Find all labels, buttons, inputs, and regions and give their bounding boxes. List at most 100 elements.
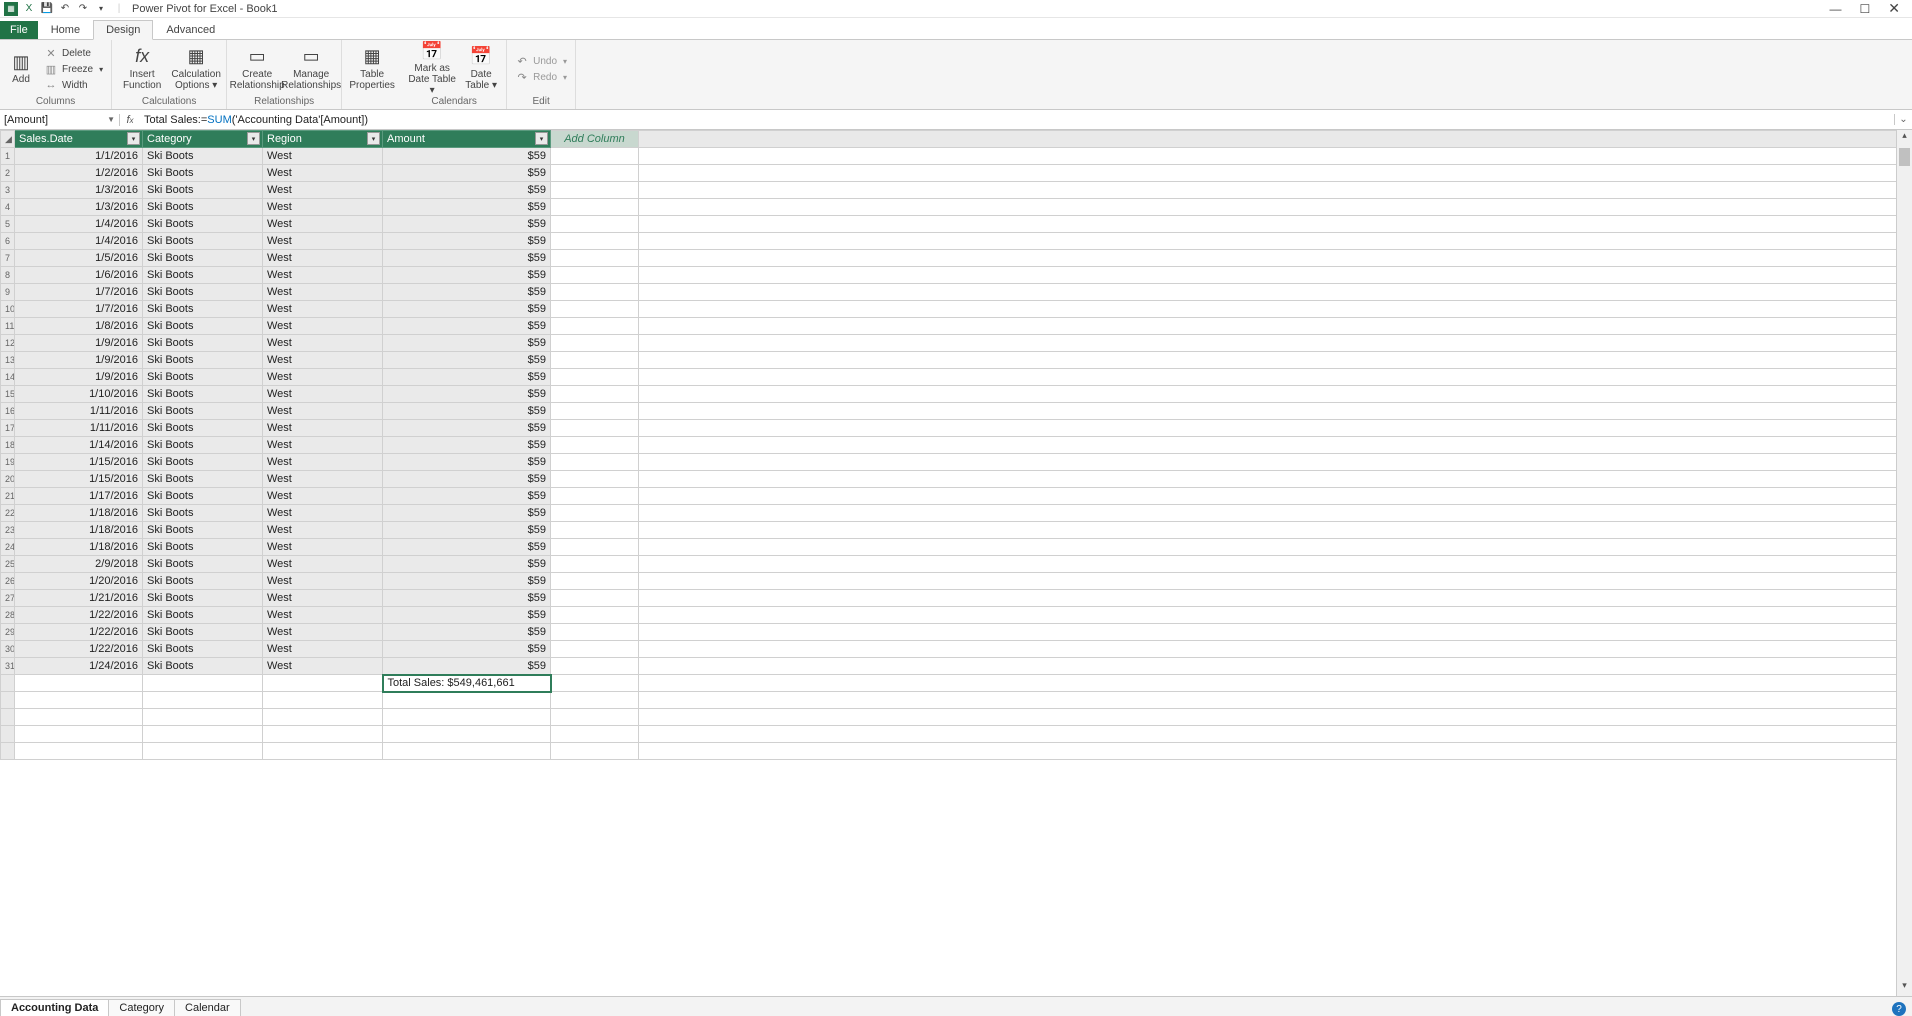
cell-empty[interactable]	[551, 488, 639, 505]
table-row[interactable]: 231/18/2016Ski BootsWest$59	[1, 522, 1912, 539]
row-header[interactable]: 13	[1, 352, 15, 369]
cell-amount[interactable]: $59	[383, 148, 551, 165]
date-table-button[interactable]: 📅 DateTable ▾	[462, 42, 500, 96]
cell-amount[interactable]: $59	[383, 301, 551, 318]
formula-input[interactable]: Total Sales:=SUM('Accounting Data'[Amoun…	[140, 113, 1894, 126]
cell-region[interactable]: West	[263, 199, 383, 216]
manage-relationships-button[interactable]: ▭ ManageRelationships	[287, 42, 335, 96]
cell-empty[interactable]	[551, 318, 639, 335]
table-row[interactable]: 181/14/2016Ski BootsWest$59	[1, 437, 1912, 454]
table-row[interactable]: 191/15/2016Ski BootsWest$59	[1, 454, 1912, 471]
row-header[interactable]: 22	[1, 505, 15, 522]
name-box[interactable]: [Amount] ▼	[0, 114, 120, 126]
cell-category[interactable]: Ski Boots	[143, 335, 263, 352]
cell-category[interactable]: Ski Boots	[143, 573, 263, 590]
measure-row[interactable]: Total Sales: $549,461,661	[1, 675, 1912, 692]
cell-sales-date[interactable]: 1/6/2016	[15, 267, 143, 284]
cell-empty[interactable]	[551, 148, 639, 165]
table-row[interactable]: 141/9/2016Ski BootsWest$59	[1, 369, 1912, 386]
cell-category[interactable]: Ski Boots	[143, 641, 263, 658]
row-header[interactable]: 26	[1, 573, 15, 590]
cell-sales-date[interactable]: 1/24/2016	[15, 658, 143, 675]
cell-region[interactable]: West	[263, 267, 383, 284]
cell-sales-date[interactable]: 1/20/2016	[15, 573, 143, 590]
row-header[interactable]: 28	[1, 607, 15, 624]
cell-amount[interactable]: $59	[383, 556, 551, 573]
cell-amount[interactable]: $59	[383, 488, 551, 505]
cell-sales-date[interactable]: 1/3/2016	[15, 199, 143, 216]
cell-region[interactable]: West	[263, 607, 383, 624]
cell-sales-date[interactable]: 1/9/2016	[15, 335, 143, 352]
measure-total-sales[interactable]: Total Sales: $549,461,661	[383, 675, 551, 692]
cell-empty[interactable]	[551, 505, 639, 522]
minimize-button[interactable]: —	[1830, 2, 1842, 16]
cell-amount[interactable]: $59	[383, 522, 551, 539]
cell-sales-date[interactable]: 2/9/2018	[15, 556, 143, 573]
cell-category[interactable]: Ski Boots	[143, 233, 263, 250]
cell-amount[interactable]: $59	[383, 352, 551, 369]
cell-empty[interactable]	[551, 454, 639, 471]
cell-amount[interactable]: $59	[383, 233, 551, 250]
cell-sales-date[interactable]: 1/21/2016	[15, 590, 143, 607]
cell-region[interactable]: West	[263, 573, 383, 590]
cell-empty[interactable]	[551, 165, 639, 182]
table-row[interactable]: 131/9/2016Ski BootsWest$59	[1, 352, 1912, 369]
cell-region[interactable]: West	[263, 539, 383, 556]
cell-amount[interactable]: $59	[383, 386, 551, 403]
table-row[interactable]: 121/9/2016Ski BootsWest$59	[1, 335, 1912, 352]
sheet-tab-accounting-data[interactable]: Accounting Data	[0, 999, 109, 1016]
cell-category[interactable]: Ski Boots	[143, 250, 263, 267]
table-row[interactable]: 101/7/2016Ski BootsWest$59	[1, 301, 1912, 318]
cell-sales-date[interactable]: 1/7/2016	[15, 284, 143, 301]
cell-region[interactable]: West	[263, 301, 383, 318]
table-row[interactable]: 91/7/2016Ski BootsWest$59	[1, 284, 1912, 301]
table-row[interactable]: 21/2/2016Ski BootsWest$59	[1, 165, 1912, 182]
cell-empty[interactable]	[551, 556, 639, 573]
row-header[interactable]: 19	[1, 454, 15, 471]
fx-label[interactable]: fx	[120, 114, 140, 126]
cell-region[interactable]: West	[263, 369, 383, 386]
add-column-button[interactable]: ▥ Add	[6, 42, 36, 96]
cell-region[interactable]: West	[263, 386, 383, 403]
cell-region[interactable]: West	[263, 420, 383, 437]
formula-expand-icon[interactable]: ⌄	[1894, 114, 1912, 125]
cell-category[interactable]: Ski Boots	[143, 284, 263, 301]
cell-region[interactable]: West	[263, 148, 383, 165]
cell-region[interactable]: West	[263, 658, 383, 675]
cell-region[interactable]: West	[263, 335, 383, 352]
cell-amount[interactable]: $59	[383, 199, 551, 216]
close-button[interactable]: ✕	[1888, 0, 1900, 17]
cell-category[interactable]: Ski Boots	[143, 505, 263, 522]
delete-button[interactable]: ✕Delete	[42, 46, 105, 61]
cell-category[interactable]: Ski Boots	[143, 318, 263, 335]
table-row[interactable]: 252/9/2018Ski BootsWest$59	[1, 556, 1912, 573]
sheet-tab-calendar[interactable]: Calendar	[174, 999, 241, 1016]
cell-category[interactable]: Ski Boots	[143, 539, 263, 556]
cell-region[interactable]: West	[263, 454, 383, 471]
calculation-options-button[interactable]: ▦ CalculationOptions ▾	[172, 42, 220, 96]
redo-icon[interactable]: ↷	[76, 2, 90, 16]
cell-category[interactable]: Ski Boots	[143, 182, 263, 199]
cell-category[interactable]: Ski Boots	[143, 352, 263, 369]
cell-amount[interactable]: $59	[383, 658, 551, 675]
col-header-category[interactable]: Category▾	[143, 131, 263, 148]
cell-empty[interactable]	[551, 437, 639, 454]
cell-empty[interactable]	[551, 522, 639, 539]
cell-category[interactable]: Ski Boots	[143, 369, 263, 386]
table-row[interactable]: 71/5/2016Ski BootsWest$59	[1, 250, 1912, 267]
cell-category[interactable]: Ski Boots	[143, 165, 263, 182]
freeze-button[interactable]: ▥Freeze▾	[42, 62, 105, 77]
cell-empty[interactable]	[551, 641, 639, 658]
cell-empty[interactable]	[551, 386, 639, 403]
cell-amount[interactable]: $59	[383, 250, 551, 267]
cell-region[interactable]: West	[263, 471, 383, 488]
table-row[interactable]: 271/21/2016Ski BootsWest$59	[1, 590, 1912, 607]
tab-file[interactable]: File	[0, 21, 38, 39]
cell-sales-date[interactable]: 1/22/2016	[15, 641, 143, 658]
row-header[interactable]: 29	[1, 624, 15, 641]
cell-region[interactable]: West	[263, 182, 383, 199]
row-header[interactable]: 16	[1, 403, 15, 420]
table-row[interactable]: 301/22/2016Ski BootsWest$59	[1, 641, 1912, 658]
cell-empty[interactable]	[551, 607, 639, 624]
help-icon[interactable]: ?	[1892, 1002, 1906, 1016]
